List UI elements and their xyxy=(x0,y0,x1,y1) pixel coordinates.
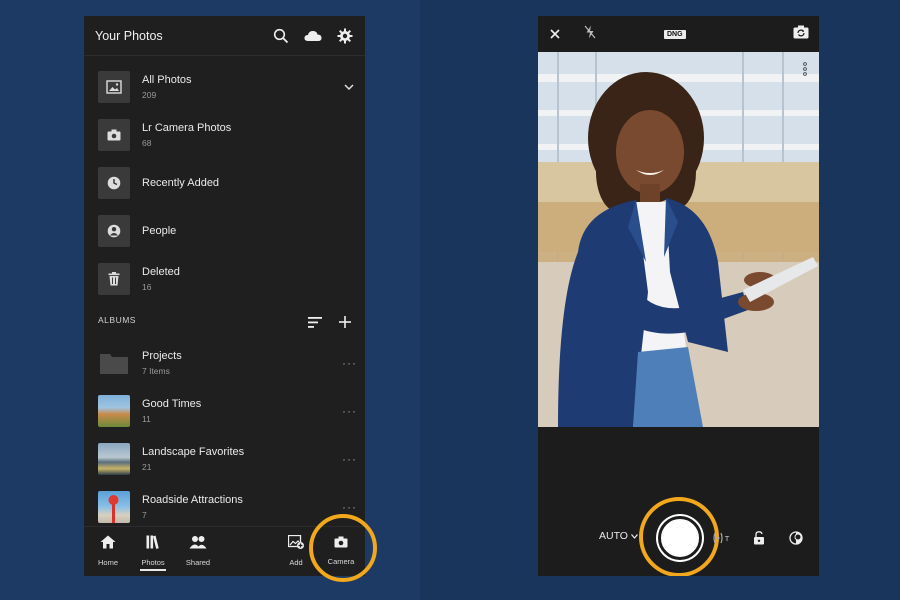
arrow-chevron xyxy=(448,235,490,335)
list-item-title: Lr Camera Photos xyxy=(142,122,232,134)
nav-home[interactable]: Home xyxy=(88,535,128,567)
list-item-title: All Photos xyxy=(142,74,192,86)
image-icon xyxy=(98,71,130,103)
format-badge[interactable]: DNG xyxy=(664,29,686,39)
lens-selector[interactable]: T xyxy=(708,528,734,548)
list-item-count: 7 Items xyxy=(142,366,170,376)
shared-icon xyxy=(189,535,207,554)
more-icon[interactable]: ··· xyxy=(342,356,356,370)
list-item-title: Projects xyxy=(142,350,182,362)
add-photo-icon xyxy=(287,534,304,554)
camera-screen: DNG AUTO T xyxy=(538,16,819,576)
list-item-count: 21 xyxy=(142,462,152,472)
plus-icon[interactable] xyxy=(335,312,355,332)
album-thumbnail xyxy=(98,443,130,475)
cloud-icon[interactable] xyxy=(303,26,323,46)
close-icon[interactable] xyxy=(548,27,562,41)
more-icon[interactable]: ··· xyxy=(342,404,356,418)
list-item-count: 68 xyxy=(142,138,152,148)
mode-label: AUTO xyxy=(599,530,628,542)
albums-toolbar xyxy=(295,312,355,332)
list-item-title: Deleted xyxy=(142,266,180,278)
album-item-good-times[interactable]: Good Times 11 ··· xyxy=(98,394,356,428)
list-item-title: Recently Added xyxy=(142,177,220,189)
album-thumbnail xyxy=(98,491,130,523)
shutter-button[interactable] xyxy=(658,516,702,560)
more-icon[interactable]: ··· xyxy=(342,452,356,466)
sort-icon[interactable] xyxy=(305,312,325,332)
presets-icon[interactable] xyxy=(786,528,806,548)
library-item-recently-added[interactable]: Recently Added xyxy=(98,166,356,200)
exposure-lock-icon[interactable] xyxy=(749,528,769,548)
mode-selector[interactable]: AUTO xyxy=(599,530,638,542)
gear-icon[interactable] xyxy=(335,26,355,46)
nav-shared[interactable]: Shared xyxy=(178,535,218,567)
camera-top-bar: DNG xyxy=(538,16,819,52)
library-item-all-photos[interactable]: All Photos 209 xyxy=(98,70,356,104)
chevron-down-icon[interactable] xyxy=(342,84,356,90)
home-icon xyxy=(100,535,116,554)
list-item-count: 11 xyxy=(142,414,151,424)
album-item-projects[interactable]: Projects 7 Items ··· xyxy=(98,346,356,380)
albums-heading: ALBUMS xyxy=(98,315,136,325)
album-item-roadside-attractions[interactable]: Roadside Attractions 7 ··· xyxy=(98,490,356,524)
album-thumbnail xyxy=(98,395,130,427)
list-item-title: People xyxy=(142,225,177,237)
photos-screen: Your Photos All Photos 209 Lr Camera Pho… xyxy=(84,16,365,576)
page-title: Your Photos xyxy=(95,28,163,43)
trash-icon xyxy=(98,263,130,295)
person-icon xyxy=(98,215,130,247)
camera-controls: AUTO T xyxy=(538,497,819,576)
list-item-count: 7 xyxy=(142,510,147,520)
list-item-title: Landscape Favorites xyxy=(142,446,245,458)
nav-label: Home xyxy=(97,558,118,567)
more-vertical-icon[interactable] xyxy=(803,62,807,81)
switch-camera-icon[interactable] xyxy=(793,25,809,44)
list-item-count: 16 xyxy=(142,282,152,292)
flash-off-icon[interactable] xyxy=(584,25,596,44)
nav-photos[interactable]: Photos xyxy=(133,535,173,571)
list-item-title: Good Times xyxy=(142,398,202,410)
list-item-title: Roadside Attractions xyxy=(142,494,243,506)
clock-icon xyxy=(98,167,130,199)
lens-label: T xyxy=(724,533,730,543)
nav-label: Photos xyxy=(141,558,165,567)
active-tab-indicator xyxy=(140,569,166,571)
search-icon[interactable] xyxy=(271,26,291,46)
library-item-deleted[interactable]: Deleted 16 xyxy=(98,262,356,296)
album-item-landscape-favorites[interactable]: Landscape Favorites 21 ··· xyxy=(98,442,356,476)
nav-label: Shared xyxy=(185,558,211,567)
photos-icon xyxy=(146,535,160,554)
library-item-people[interactable]: People xyxy=(98,214,356,248)
camera-highlight-circle xyxy=(309,514,377,582)
list-item-count: 209 xyxy=(142,90,157,100)
nav-label: Add xyxy=(289,558,303,567)
app-header: Your Photos xyxy=(84,16,365,56)
chevron-down-icon xyxy=(630,534,638,539)
folder-icon xyxy=(98,347,130,379)
camera-viewfinder[interactable] xyxy=(538,52,819,427)
camera-icon xyxy=(98,119,130,151)
library-item-lr-camera[interactable]: Lr Camera Photos 68 xyxy=(98,118,356,152)
more-icon[interactable]: ··· xyxy=(342,500,356,514)
lens-icon xyxy=(713,532,723,544)
